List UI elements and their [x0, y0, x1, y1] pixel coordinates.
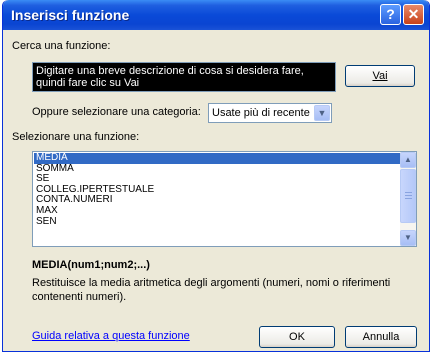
ok-button[interactable]: OK — [259, 326, 335, 348]
close-icon[interactable]: ✕ — [403, 4, 424, 25]
help-link[interactable]: Guida relativa a questa funzione — [32, 330, 190, 342]
search-input[interactable]: Digitare una breve descrizione di cosa s… — [32, 62, 336, 92]
list-item[interactable]: SOMMA — [34, 163, 402, 175]
function-description: Restituisce la media aritmetica degli ar… — [32, 277, 391, 303]
category-selected-value: Usate più di recente — [212, 107, 310, 119]
title-bar[interactable]: Inserisci funzione ? ✕ — [3, 0, 429, 30]
chevron-down-icon[interactable]: ▼ — [314, 105, 330, 121]
go-button[interactable]: Vai — [345, 65, 415, 87]
scroll-up-icon[interactable]: ▲ — [400, 152, 416, 168]
go-button-label: Vai — [372, 70, 388, 82]
grip-line — [405, 198, 412, 199]
category-label: Oppure selezionare una categoria: — [32, 106, 201, 118]
function-list-items: MEDIA SOMMA SE COLLEG.IPERTESTUALE CONTA… — [34, 152, 402, 228]
grip-line — [405, 192, 412, 193]
function-list-label: Selezionare una funzione: — [12, 131, 140, 143]
cancel-button[interactable]: Annulla — [345, 326, 417, 348]
grip-line — [405, 195, 412, 196]
scroll-thumb[interactable] — [400, 169, 416, 223]
help-icon[interactable]: ? — [380, 4, 401, 25]
category-select[interactable]: Usate più di recente ▼ — [208, 103, 332, 123]
function-list[interactable]: MEDIA SOMMA SE COLLEG.IPERTESTUALE CONTA… — [32, 151, 417, 247]
list-item[interactable]: MEDIA — [34, 152, 402, 164]
list-item[interactable]: MAX — [34, 205, 402, 217]
list-item[interactable]: CONTA.NUMERI — [34, 195, 402, 206]
function-list-scrollbar[interactable]: ▲ ▼ — [400, 152, 416, 246]
search-label: Cerca una funzione: — [12, 40, 111, 52]
list-item[interactable]: SEN — [34, 216, 402, 228]
scroll-down-icon[interactable]: ▼ — [400, 230, 416, 246]
dialog-title: Inserisci funzione — [11, 7, 130, 23]
function-signature: MEDIA(num1;num2;...) — [32, 259, 150, 271]
